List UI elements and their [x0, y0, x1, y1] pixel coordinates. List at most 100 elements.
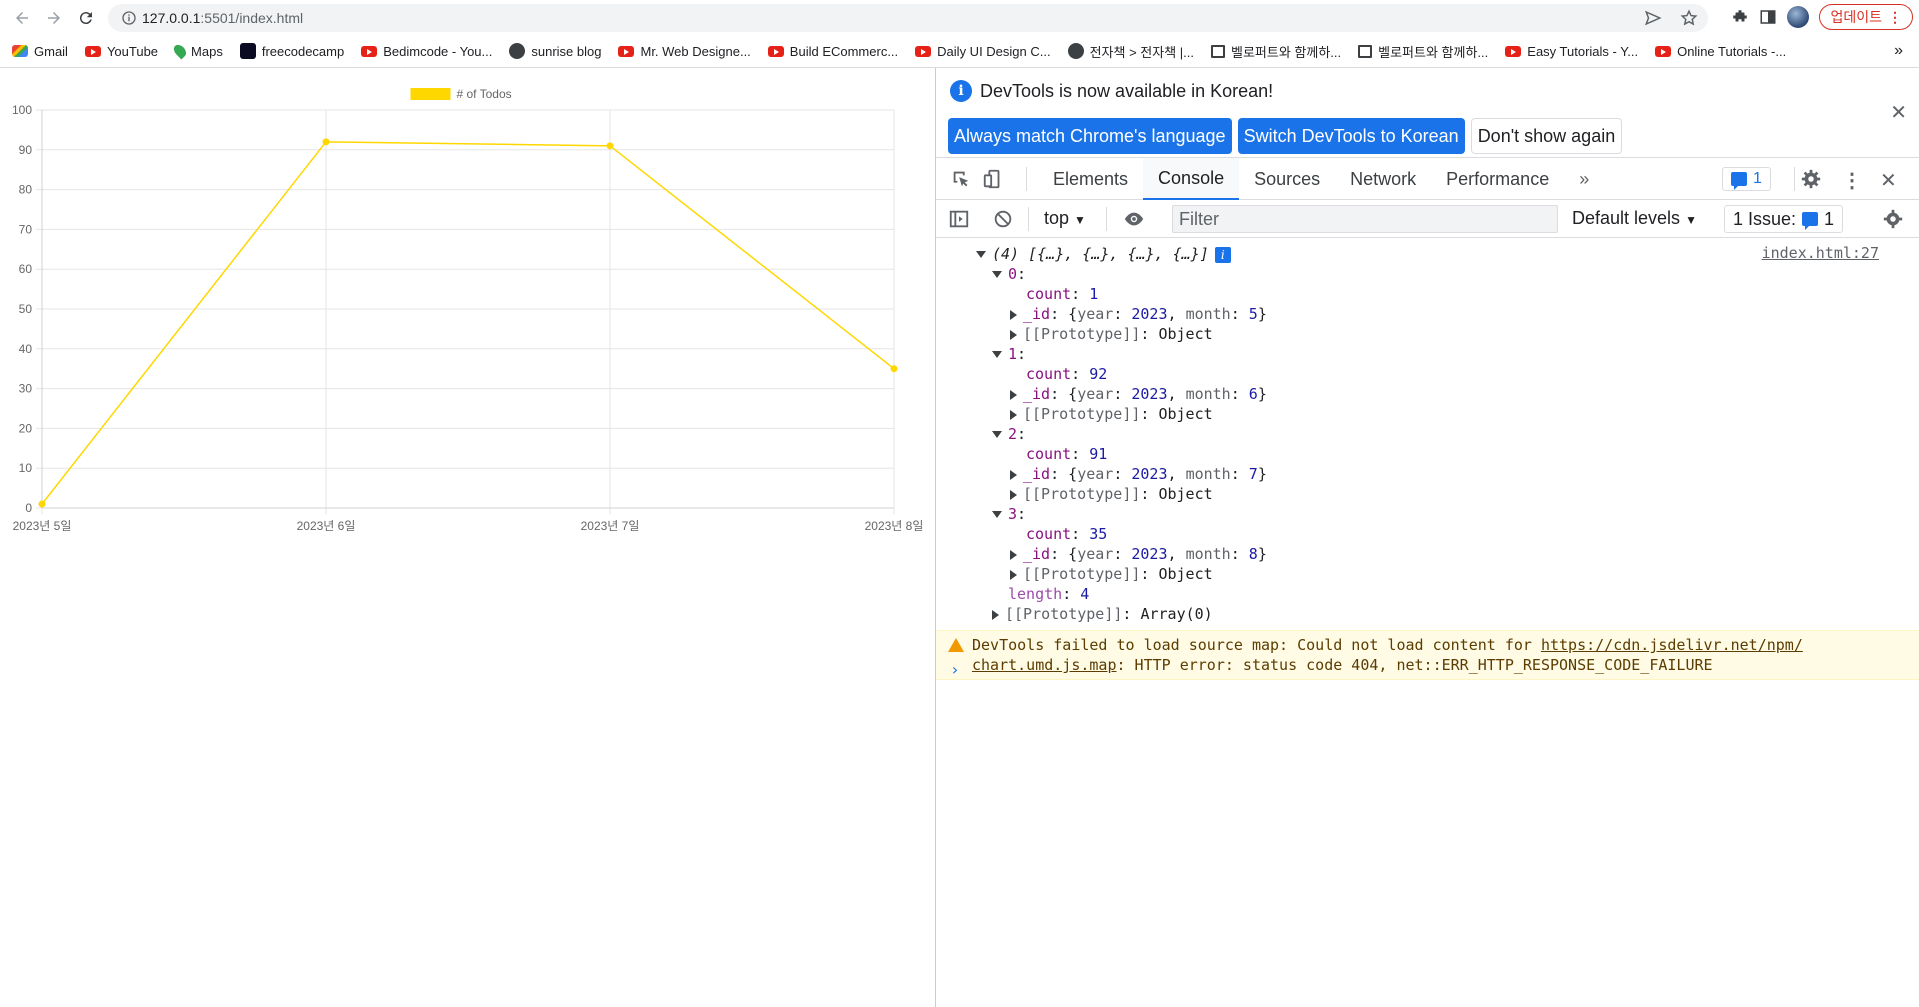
- data-point: [322, 138, 330, 146]
- forward-button[interactable]: [38, 2, 70, 34]
- browser-toolbar: 127.0.0.1:5501/index.html 업데이트 ⋮: [0, 0, 1919, 36]
- series-line: [41, 141, 895, 505]
- address-bar[interactable]: 127.0.0.1:5501/index.html: [108, 4, 1708, 32]
- close-devtools-icon[interactable]: ✕: [1880, 168, 1897, 193]
- data-point: [890, 365, 898, 373]
- toolbar-separator: [1026, 167, 1027, 191]
- profile-avatar[interactable]: [1787, 6, 1810, 28]
- site-info-icon[interactable]: [116, 10, 142, 26]
- issues-button[interactable]: 1 Issue: 1: [1724, 205, 1844, 233]
- dropdown-arrow-icon: ▼: [1074, 213, 1086, 227]
- prop-count: count: 35: [1026, 525, 1108, 543]
- maps-icon: [171, 42, 189, 60]
- prop-prototype[interactable]: [[Prototype]]: Object: [1010, 484, 1213, 504]
- bookmarks-more-button[interactable]: »: [1894, 42, 1903, 60]
- bookmark-maps[interactable]: Maps: [171, 42, 223, 60]
- bookmark-bedimcode[interactable]: Bedimcode - You...: [361, 44, 492, 59]
- globe-icon: [509, 43, 526, 59]
- prop-id[interactable]: _id: {year: 2023, month: 7}: [1010, 464, 1267, 484]
- log-levels-dropdown[interactable]: Default levels ▼: [1572, 208, 1697, 229]
- youtube-icon: [361, 45, 378, 57]
- always-match-language-button[interactable]: Always match Chrome's language: [948, 118, 1232, 154]
- warning-map-link[interactable]: chart.umd.js.map: [972, 656, 1117, 674]
- tab-sources[interactable]: Sources: [1239, 158, 1335, 200]
- filter-input[interactable]: Filter: [1172, 205, 1558, 233]
- prop-id[interactable]: _id: {year: 2023, month: 6}: [1010, 384, 1267, 404]
- expand-arrow-icon: [1010, 409, 1017, 420]
- prop-prototype[interactable]: [[Prototype]]: Object: [1010, 564, 1213, 584]
- bookmark-daily-ui[interactable]: Daily UI Design C...: [915, 44, 1051, 59]
- back-button[interactable]: [6, 2, 38, 34]
- prop-prototype[interactable]: [[Prototype]]: Object: [1010, 324, 1213, 344]
- star-icon[interactable]: [1680, 9, 1698, 27]
- youtube-icon: [1505, 45, 1522, 57]
- bookmark-velopert-1[interactable]: 벨로퍼트와 함께하...: [1211, 42, 1341, 61]
- bookmark-mr-web-designer[interactable]: Mr. Web Designe...: [618, 44, 751, 59]
- close-infobar-icon[interactable]: ✕: [1890, 100, 1907, 125]
- context-selector[interactable]: top ▼: [1044, 208, 1086, 229]
- array-index-1[interactable]: 1:: [992, 344, 1026, 364]
- youtube-icon: [84, 45, 101, 57]
- dont-show-again-button[interactable]: Don't show again: [1470, 118, 1623, 154]
- side-panel-icon[interactable]: [1759, 8, 1777, 26]
- source-link[interactable]: index.html:27: [1762, 244, 1879, 262]
- sourcemap-warning: DevTools failed to load source map: Coul…: [936, 630, 1919, 680]
- tab-elements[interactable]: Elements: [1038, 158, 1143, 200]
- reload-button[interactable]: [70, 2, 102, 34]
- array-prototype[interactable]: [[Prototype]]: Array(0): [992, 604, 1213, 624]
- array-index-2[interactable]: 2:: [992, 424, 1026, 444]
- clear-console-icon[interactable]: [992, 208, 1014, 235]
- youtube-icon: [767, 45, 784, 57]
- prop-id[interactable]: _id: {year: 2023, month: 8}: [1010, 544, 1267, 564]
- console-array-summary[interactable]: (4) [{…}, {…}, {…}, {…}] i: [976, 244, 1231, 264]
- youtube-icon: [618, 45, 635, 57]
- console-prompt[interactable]: ›: [950, 660, 960, 679]
- array-index-3[interactable]: 3:: [992, 504, 1026, 524]
- y-tick-label: 80: [19, 183, 33, 197]
- freecodecamp-icon: [239, 43, 256, 59]
- sidebar-toggle-icon[interactable]: [948, 208, 970, 235]
- console-settings-gear-icon[interactable]: [1882, 208, 1904, 235]
- tab-network[interactable]: Network: [1335, 158, 1431, 200]
- collapse-arrow-icon: [976, 251, 986, 258]
- data-point: [606, 142, 614, 150]
- expand-arrow-icon: [1010, 489, 1017, 500]
- issues-counter[interactable]: 1: [1722, 167, 1771, 191]
- bookmark-velopert-2[interactable]: 벨로퍼트와 함께하...: [1358, 42, 1488, 61]
- dropdown-arrow-icon: ▼: [1685, 213, 1697, 227]
- expand-arrow-icon: [1010, 329, 1017, 340]
- send-icon[interactable]: [1644, 9, 1662, 27]
- bookmark-online-tutorials[interactable]: Online Tutorials -...: [1655, 44, 1786, 59]
- expand-arrow-icon: [1010, 469, 1017, 480]
- bookmark-easy-tutorials[interactable]: Easy Tutorials - Y...: [1505, 44, 1638, 59]
- extensions-icon[interactable]: [1731, 8, 1749, 26]
- prop-prototype[interactable]: [[Prototype]]: Object: [1010, 404, 1213, 424]
- tab-console[interactable]: Console: [1143, 158, 1240, 200]
- settings-gear-icon[interactable]: [1800, 168, 1822, 195]
- array-index-0[interactable]: 0:: [992, 264, 1026, 284]
- bookmark-sunrise-blog[interactable]: sunrise blog: [509, 43, 601, 59]
- y-tick-label: 100: [12, 103, 32, 117]
- kebab-menu-icon[interactable]: ⋮: [1842, 168, 1862, 193]
- expand-arrow-icon: [1010, 309, 1017, 320]
- prop-id[interactable]: _id: {year: 2023, month: 5}: [1010, 304, 1267, 324]
- bookmark-build-ecommerce[interactable]: Build ECommerc...: [767, 44, 898, 59]
- live-expression-eye-icon[interactable]: [1122, 208, 1146, 235]
- update-button[interactable]: 업데이트 ⋮: [1819, 4, 1913, 30]
- warning-url-link[interactable]: https://cdn.jsdelivr.net/npm/: [1541, 636, 1803, 654]
- switch-to-korean-button[interactable]: Switch DevTools to Korean: [1237, 118, 1465, 154]
- update-label: 업데이트: [1830, 9, 1882, 25]
- y-tick-label: 60: [19, 262, 33, 276]
- prop-count: count: 1: [1026, 285, 1099, 303]
- bookmark-youtube[interactable]: YouTube: [84, 44, 158, 59]
- gmail-icon: [12, 45, 28, 57]
- bookmark-ebook[interactable]: 전자책 > 전자책 |...: [1067, 42, 1194, 61]
- inspect-element-icon[interactable]: [950, 168, 972, 195]
- bookmark-freecodecamp[interactable]: freecodecamp: [239, 43, 344, 59]
- devtools-panel: i DevTools is now available in Korean! A…: [936, 68, 1919, 1007]
- language-infobar: i DevTools is now available in Korean! A…: [936, 68, 1919, 158]
- more-tabs-button[interactable]: »: [1564, 158, 1604, 200]
- bookmark-gmail[interactable]: Gmail: [12, 44, 68, 59]
- tab-performance[interactable]: Performance: [1431, 158, 1564, 200]
- device-toolbar-icon[interactable]: [982, 168, 1004, 195]
